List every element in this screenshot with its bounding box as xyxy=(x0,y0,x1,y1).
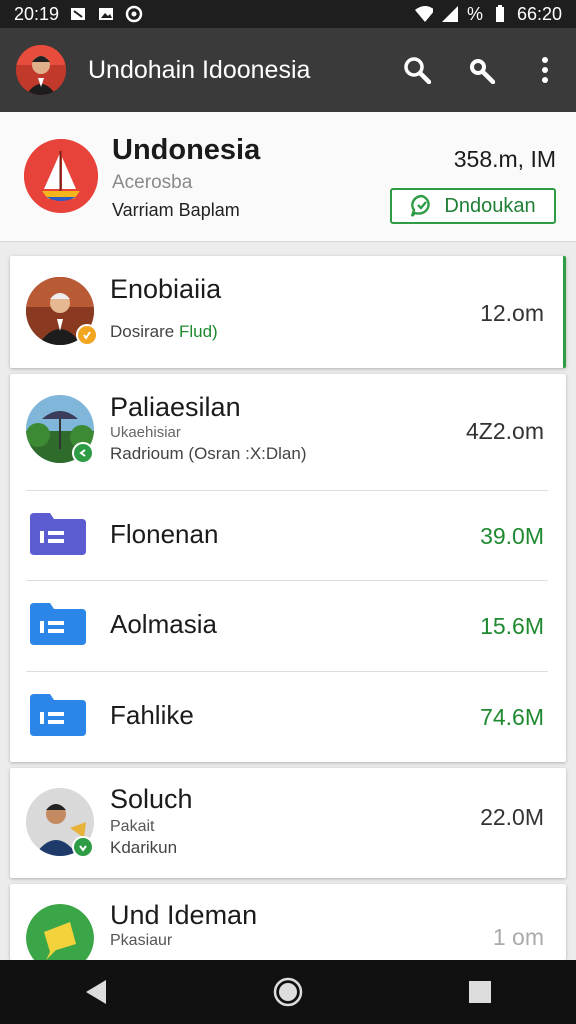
item-name: Enobiaiia xyxy=(110,274,222,304)
status-badge xyxy=(72,442,94,464)
list-card: Paliaesilan Ukaehisiar Radrioum (Osran :… xyxy=(10,374,566,762)
item-size: 15.6M xyxy=(480,613,544,639)
more-vert-icon[interactable] xyxy=(530,55,560,85)
item-subtitle-accent: Flud) xyxy=(178,322,218,341)
app-subtitle: Acerosba xyxy=(112,172,193,193)
list-item[interactable]: Enobiaiia Dosirare Flud) 12.om xyxy=(10,256,566,368)
list-card: Enobiaiia Dosirare Flud) 12.om xyxy=(10,256,566,368)
item-name: Paliaesilan xyxy=(110,392,241,422)
item-subtitle: Ukaehisiar xyxy=(110,424,181,441)
navigation-bar xyxy=(0,960,576,1024)
folder-icon xyxy=(30,603,86,645)
item-size: 74.6M xyxy=(480,704,544,730)
status-badge xyxy=(72,836,94,858)
item-name: Und Ideman xyxy=(110,900,258,930)
app-size: 358.m, IM xyxy=(453,146,556,172)
list-item[interactable]: Soluch Pakait Kdarikun 22.0M xyxy=(10,768,566,878)
status-clock-right: 66:20 xyxy=(516,3,562,24)
wifi-icon xyxy=(414,5,433,23)
list-item[interactable]: Aolmasia 15.6M xyxy=(10,581,566,671)
list-item[interactable]: Paliaesilan Ukaehisiar Radrioum (Osran :… xyxy=(10,374,566,490)
app-name: Undonesia xyxy=(112,134,261,166)
home-icon[interactable] xyxy=(258,967,318,1017)
list-item[interactable]: Fahlike 74.6M xyxy=(10,672,566,762)
item-subtitle: Pkasiaur xyxy=(110,932,173,949)
search-icon[interactable] xyxy=(402,55,432,85)
list-item[interactable]: Flonenan 39.0M xyxy=(10,491,566,580)
battery-text: % xyxy=(466,3,483,24)
app-header-card: Undonesia Acerosba Varriam Baplam 358.m,… xyxy=(0,112,576,242)
item-name: Flonenan xyxy=(110,519,219,549)
list-item[interactable]: Und Ideman Pkasiaur 1 om xyxy=(10,884,566,960)
item-size: 4Z2.om xyxy=(466,418,544,444)
status-time: 20:19 xyxy=(14,3,60,24)
app-logo-icon xyxy=(24,139,98,213)
back-icon[interactable] xyxy=(66,967,126,1017)
list-card: Und Ideman Pkasiaur 1 om xyxy=(10,884,566,960)
item-size: 22.0M xyxy=(480,804,544,830)
item-name: Soluch xyxy=(110,784,193,814)
item-size: 39.0M xyxy=(480,523,544,549)
folder-icon xyxy=(30,694,86,736)
item-size: 12.om xyxy=(480,300,544,326)
status-badge xyxy=(76,324,98,346)
item-subtitle: Pakait xyxy=(110,818,155,835)
item-size: 1 om xyxy=(492,924,544,950)
download-button[interactable]: Dndoukan xyxy=(390,188,556,224)
item-detail: Radrioum (Osran :X:Dlan) xyxy=(110,444,307,463)
item-name: Aolmasia xyxy=(110,609,217,639)
status-bar: 20:19 % 66:20 xyxy=(0,0,576,28)
avatar xyxy=(26,904,94,960)
sync-icon xyxy=(125,5,143,23)
app-bar: Undohain Idoonesia xyxy=(0,28,576,112)
image-notification-icon xyxy=(97,5,115,23)
notification-icon xyxy=(69,5,87,23)
chat-bubble-icon xyxy=(411,194,431,217)
folder-icon xyxy=(30,513,86,555)
app-title: Undohain Idoonesia xyxy=(88,55,311,84)
list-card: Soluch Pakait Kdarikun 22.0M xyxy=(10,768,566,878)
signal-icon xyxy=(441,5,459,23)
download-button-label: Dndoukan xyxy=(444,194,536,217)
recents-icon[interactable] xyxy=(450,967,510,1017)
item-subtitle: Dosirare Flud) xyxy=(110,322,218,342)
search-icon-alt[interactable] xyxy=(466,55,496,85)
item-subtitle-text: Dosirare xyxy=(110,322,175,341)
profile-avatar[interactable] xyxy=(16,45,66,95)
app-developer: Varriam Baplam xyxy=(112,200,240,220)
item-detail: Kdarikun xyxy=(110,838,178,857)
battery-icon xyxy=(491,5,509,23)
item-name: Fahlike xyxy=(110,700,194,730)
